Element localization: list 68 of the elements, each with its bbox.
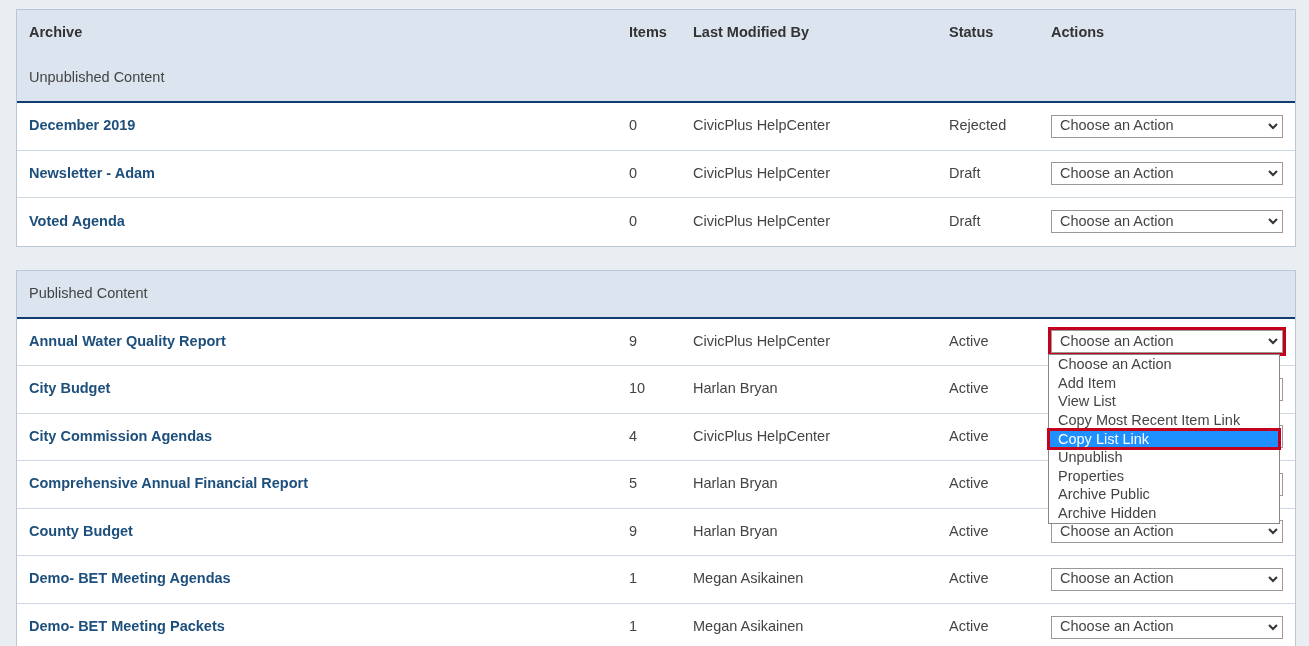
status-text: Active	[949, 380, 989, 397]
column-header: Items	[629, 23, 667, 40]
column-header: Status	[949, 23, 994, 40]
status-text: Active	[949, 475, 989, 492]
item-link[interactable]: County Budget	[29, 522, 133, 539]
item-link[interactable]: City Commission Agendas	[29, 427, 213, 444]
action-select[interactable]: Choose an Action	[1051, 210, 1283, 234]
dropdown-option[interactable]: Properties	[1049, 466, 1279, 486]
caret-icon	[1268, 528, 1278, 536]
status-text: Draft	[949, 164, 981, 181]
caret-icon	[1268, 338, 1278, 346]
modified-by: Harlan Bryan	[693, 380, 778, 397]
status-text: Active	[949, 427, 989, 444]
section-title: Unpublished Content	[29, 68, 165, 88]
column-header: Archive	[29, 23, 83, 40]
item-link[interactable]: Voted Agenda	[29, 212, 125, 229]
dropdown-option[interactable]: Copy Most Recent Item Link	[1049, 411, 1279, 430]
item-link[interactable]: Demo- BET Meeting Packets	[29, 618, 225, 635]
dropdown-option[interactable]: Unpublish	[1049, 448, 1279, 467]
item-link[interactable]: City Budget	[29, 380, 111, 397]
modified-by: CivicPlus HelpCenter	[693, 427, 830, 444]
modified-by: CivicPlus HelpCenter	[693, 117, 830, 134]
modified-by: Megan Asikainen	[693, 618, 804, 635]
item-count: 9	[629, 332, 638, 349]
modified-by: CivicPlus HelpCenter	[693, 164, 830, 181]
column-header: Actions	[1051, 23, 1105, 40]
action-select[interactable]: Choose an Action	[1051, 162, 1283, 186]
caret-icon	[1268, 623, 1278, 631]
status-text: Active	[949, 570, 989, 587]
modified-by: Harlan Bryan	[693, 522, 778, 539]
action-select[interactable]: Choose an Action	[1051, 114, 1283, 138]
item-count: 0	[629, 212, 638, 229]
status-text: Draft	[949, 212, 981, 229]
caret-icon	[1268, 575, 1278, 583]
item-count: 1	[629, 618, 638, 635]
action-select[interactable]: Choose an Action	[1051, 330, 1283, 354]
item-link[interactable]: December 2019	[29, 117, 136, 134]
status-text: Active	[949, 332, 989, 349]
dropdown-option[interactable]: Add Item	[1049, 373, 1279, 393]
column-header: Last Modified By	[693, 23, 809, 40]
caret-icon	[1268, 218, 1278, 226]
item-count: 4	[629, 427, 638, 444]
section-title: Published Content	[29, 283, 148, 303]
item-count: 10	[629, 380, 646, 397]
item-count: 0	[629, 117, 638, 134]
dropdown-option[interactable]: View List	[1049, 392, 1279, 412]
modified-by: Megan Asikainen	[693, 570, 804, 587]
action-select[interactable]: Choose an Action	[1051, 567, 1283, 591]
item-count: 0	[629, 164, 638, 181]
caret-icon	[1268, 122, 1278, 130]
status-text: Rejected	[949, 117, 1007, 134]
item-count: 1	[629, 570, 638, 587]
item-link[interactable]: Comprehensive Annual Financial Report	[29, 475, 309, 492]
modified-by: CivicPlus HelpCenter	[693, 212, 830, 229]
item-link[interactable]: Newsletter - Adam	[29, 164, 155, 181]
item-link[interactable]: Annual Water Quality Report	[29, 332, 226, 349]
dropdown-option[interactable]: Archive Public	[1049, 485, 1279, 504]
status-text: Active	[949, 522, 989, 539]
item-count: 5	[629, 475, 638, 492]
action-select[interactable]: Choose an Action	[1051, 615, 1283, 639]
item-count: 9	[629, 522, 638, 539]
item-link[interactable]: Demo- BET Meeting Agendas	[29, 570, 231, 587]
dropdown-option[interactable]: Archive Hidden	[1049, 504, 1279, 523]
caret-icon	[1268, 170, 1278, 178]
modified-by: CivicPlus HelpCenter	[693, 332, 830, 349]
modified-by: Harlan Bryan	[693, 475, 778, 492]
status-text: Active	[949, 618, 989, 635]
dropdown-option[interactable]: Choose an Action	[1049, 355, 1279, 374]
